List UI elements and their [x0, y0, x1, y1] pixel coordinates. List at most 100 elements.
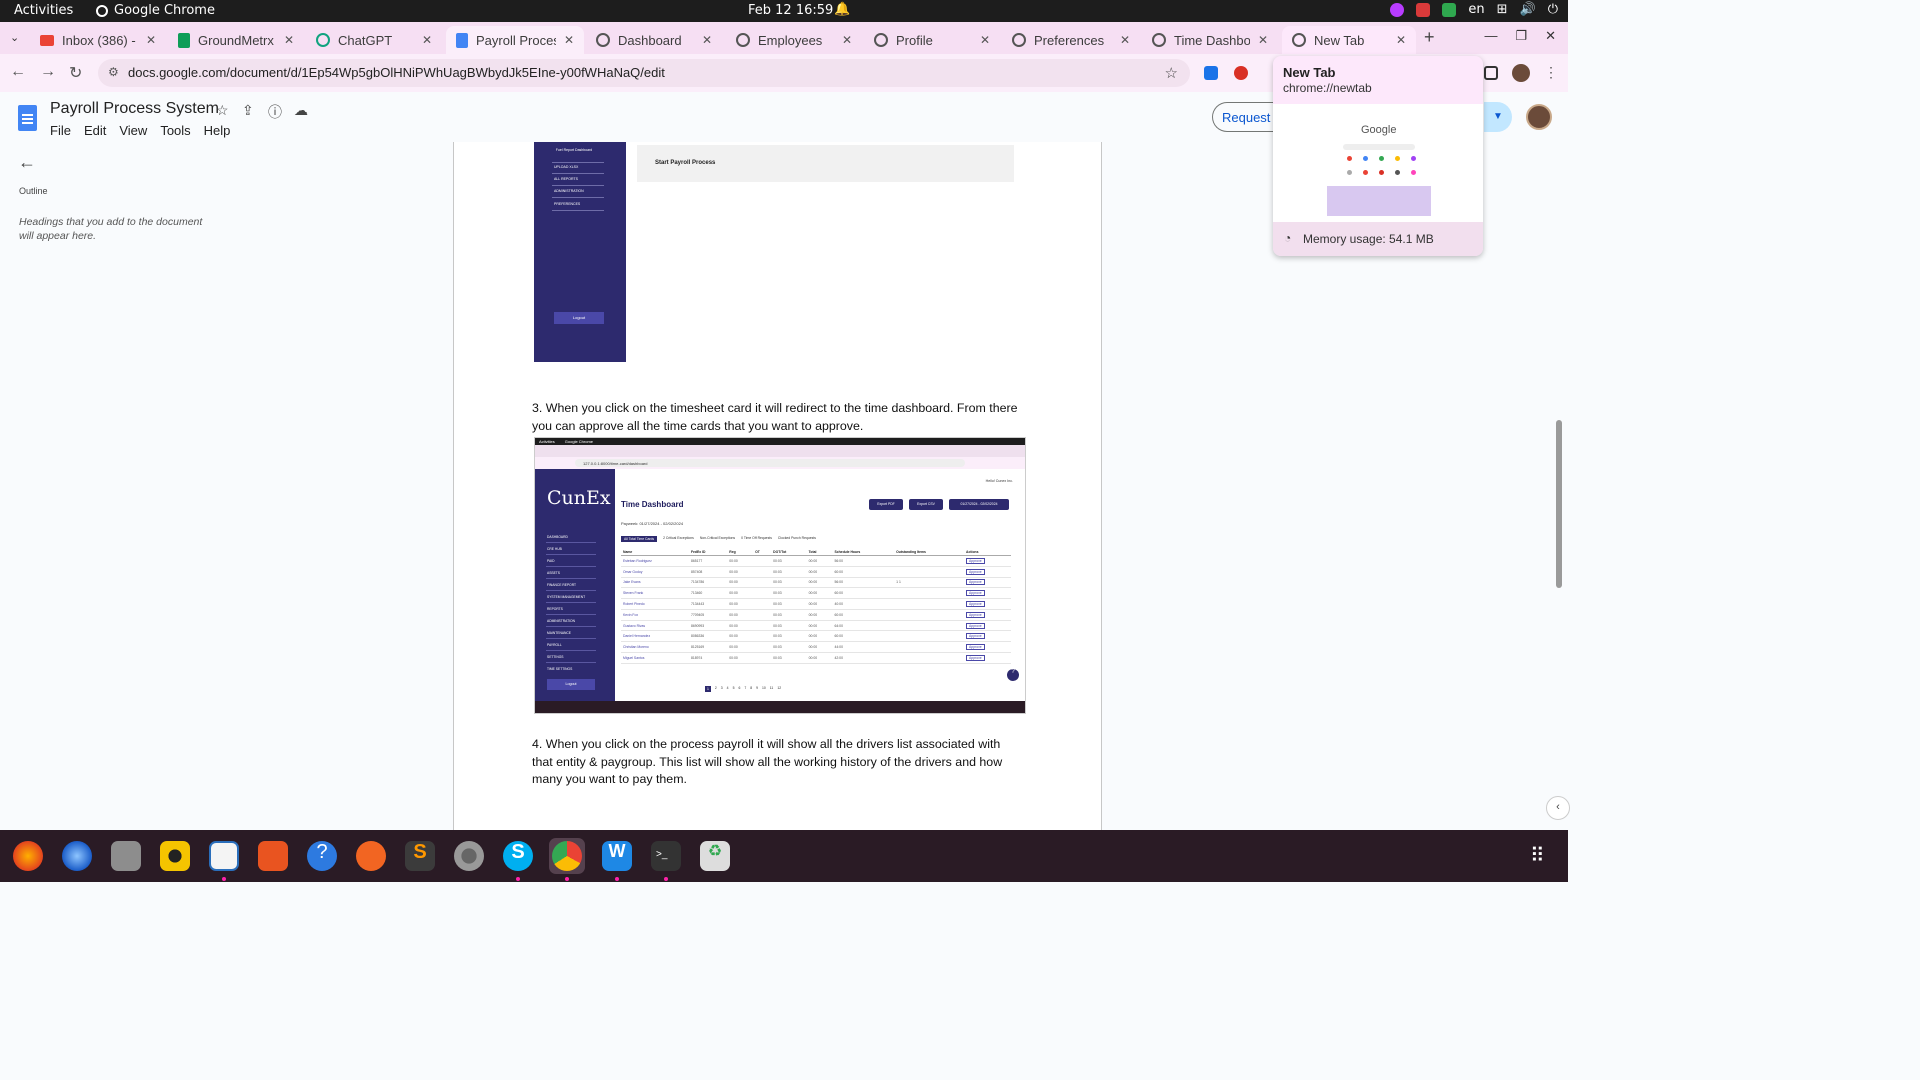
trash-icon[interactable]: ♻ — [700, 841, 730, 871]
tray-sync-icon[interactable] — [1442, 2, 1457, 17]
close-icon[interactable]: ✕ — [422, 33, 432, 47]
img1-menu-item: ALL REPORTS — [554, 177, 578, 181]
sheets-icon — [178, 32, 190, 48]
menu-view[interactable]: View — [119, 123, 147, 138]
info-icon[interactable]: ⓘ — [268, 102, 282, 122]
close-icon[interactable]: ✕ — [842, 33, 852, 47]
docs-icon[interactable] — [18, 105, 37, 131]
document-page[interactable]: Fuel Report Dashboard UPLOAD XLSX ALL RE… — [453, 142, 1102, 830]
tab-employees[interactable]: Employees ✕ — [726, 26, 862, 54]
img2-main: Hello! Cunex Inc. Time Dashboard Export … — [615, 469, 1025, 703]
table-cell: 7134443 — [688, 598, 728, 610]
close-icon[interactable]: ✕ — [980, 33, 990, 47]
close-icon[interactable]: ✕ — [1258, 33, 1268, 47]
thunderbird-icon[interactable] — [62, 841, 92, 871]
firefox-icon[interactable] — [13, 841, 43, 871]
maximize-icon[interactable]: ❐ — [1515, 28, 1527, 44]
tab-payroll-process[interactable]: Payroll Process ✕ — [446, 26, 584, 54]
new-tab-plus-icon[interactable]: + — [1424, 27, 1435, 48]
img2-filter: Non-Critical Exceptions — [699, 536, 736, 540]
avatar[interactable] — [1526, 104, 1552, 130]
screenshot-fuel-report-sidebar[interactable]: Fuel Report Dashboard UPLOAD XLSX ALL RE… — [534, 142, 626, 362]
settings-icon[interactable] — [454, 841, 484, 871]
tray-app-icon[interactable] — [1390, 2, 1405, 17]
screenshot-time-dashboard[interactable]: Activities Google Chrome 127.0.0.1:8000/t… — [534, 437, 1026, 714]
menu-help[interactable]: Help — [204, 123, 231, 138]
back-arrow-icon[interactable]: ← — [18, 152, 36, 173]
document-title[interactable]: Payroll Process System — [50, 100, 219, 118]
keyboard-layout[interactable]: en — [1468, 2, 1484, 17]
tab-label: Dashboard — [618, 32, 682, 48]
show-apps-grid-icon[interactable]: ⠿ — [1530, 843, 1545, 868]
power-icon[interactable]: ⏻ — [1548, 2, 1558, 17]
close-icon[interactable]: ✕ — [146, 33, 156, 47]
tray-recorder-icon[interactable] — [1416, 2, 1431, 17]
tab-dashboard[interactable]: Dashboard ✕ — [586, 26, 722, 54]
profile-avatar[interactable] — [1512, 64, 1530, 82]
extension-icon[interactable] — [1234, 66, 1248, 80]
approve-label: Approve — [966, 622, 985, 629]
skype-icon[interactable]: S — [503, 841, 533, 871]
scrollbar-thumb[interactable] — [1556, 420, 1562, 588]
share-dropdown-chevron-icon[interactable]: ▼ — [1484, 102, 1512, 132]
webstorm-icon[interactable]: W — [602, 841, 632, 871]
app-menu[interactable]: Google Chrome — [96, 3, 215, 18]
tab-inbox[interactable]: Inbox (386) - sa ✕ — [30, 26, 166, 54]
request-edit-access-button[interactable]: Request e — [1212, 102, 1282, 132]
collapse-side-panel-icon[interactable]: ‹ — [1546, 796, 1570, 820]
side-panel-icon[interactable] — [1484, 66, 1498, 80]
tab-time-dashboard[interactable]: Time Dashboard ✕ — [1142, 26, 1278, 54]
menu-file[interactable]: File — [50, 123, 71, 138]
menu-edit[interactable]: Edit — [84, 123, 106, 138]
table-cell: 00:03 — [771, 566, 807, 578]
network-icon[interactable]: ⊞ — [1497, 2, 1508, 17]
close-icon[interactable]: ✕ — [1120, 33, 1130, 47]
volume-icon[interactable]: 🔊 — [1520, 2, 1536, 17]
close-icon[interactable]: ✕ — [1396, 33, 1406, 47]
star-icon[interactable]: ☆ — [216, 102, 229, 119]
help-icon[interactable]: ? — [307, 841, 337, 871]
rhythmbox-icon[interactable] — [160, 841, 190, 871]
extension-icon[interactable] — [1204, 66, 1218, 80]
tab-chatgpt[interactable]: ChatGPT ✕ — [306, 26, 442, 54]
menu-tools[interactable]: Tools — [160, 123, 190, 138]
reload-icon[interactable]: ↻ — [69, 63, 82, 83]
table-cell: 00:00 — [727, 587, 754, 600]
close-icon[interactable]: ✕ — [564, 33, 574, 47]
activities-button[interactable]: Activities — [14, 3, 73, 18]
table-cell — [753, 609, 772, 621]
minimize-icon[interactable]: — — [1484, 28, 1497, 44]
move-icon[interactable]: ⇪ — [242, 102, 254, 119]
approve-label: Approve — [966, 579, 985, 586]
tab-search-chevron-icon[interactable]: ⌄ — [10, 31, 19, 44]
app-center-icon[interactable] — [258, 841, 288, 871]
site-info-icon[interactable]: ⚙ — [108, 65, 119, 79]
start-payroll-card[interactable]: Start Payroll Process — [637, 145, 1014, 182]
system-tray[interactable]: en ⊞ 🔊 ⏻ — [1390, 2, 1558, 17]
close-window-icon[interactable]: ✕ — [1545, 28, 1556, 44]
close-icon[interactable]: ✕ — [702, 33, 712, 47]
table-cell: 44:00 — [832, 641, 895, 654]
files-icon[interactable] — [111, 841, 141, 871]
tab-groundmetrx[interactable]: GroundMetrx ✕ — [168, 26, 304, 54]
back-icon[interactable]: ← — [10, 63, 26, 81]
pen-tool-icon[interactable] — [356, 841, 386, 871]
address-bar[interactable]: ⚙ docs.google.com/document/d/1Ep54Wp5gbO… — [98, 59, 1190, 87]
bookmark-star-icon[interactable]: ☆ — [1165, 64, 1178, 82]
sublime-text-icon[interactable]: S — [405, 841, 435, 871]
tab-new-tab[interactable]: New Tab ✕ — [1282, 26, 1416, 54]
paragraph-step-4[interactable]: 4. When you click on the process payroll… — [532, 736, 1022, 789]
clock[interactable]: Feb 12 16:59 — [748, 3, 833, 18]
writer-icon[interactable] — [209, 841, 239, 871]
paragraph-step-3[interactable]: 3. When you click on the timesheet card … — [532, 400, 1022, 435]
terminal-icon[interactable]: >_ — [651, 841, 681, 871]
cloud-status-icon[interactable]: ☁ — [294, 102, 308, 119]
tab-profile[interactable]: Profile ✕ — [864, 26, 1000, 54]
table-cell: 00:03 — [771, 652, 807, 664]
close-icon[interactable]: ✕ — [284, 33, 294, 47]
kebab-menu-icon[interactable]: ⋮ — [1544, 64, 1558, 81]
table-row: Omar Godoy 857408 00:00 00:03 00:00 60:00 Appr… — [621, 566, 1011, 578]
forward-icon[interactable]: → — [40, 63, 56, 81]
tab-preferences[interactable]: Preferences ✕ — [1002, 26, 1140, 54]
chrome-icon[interactable] — [552, 841, 582, 871]
